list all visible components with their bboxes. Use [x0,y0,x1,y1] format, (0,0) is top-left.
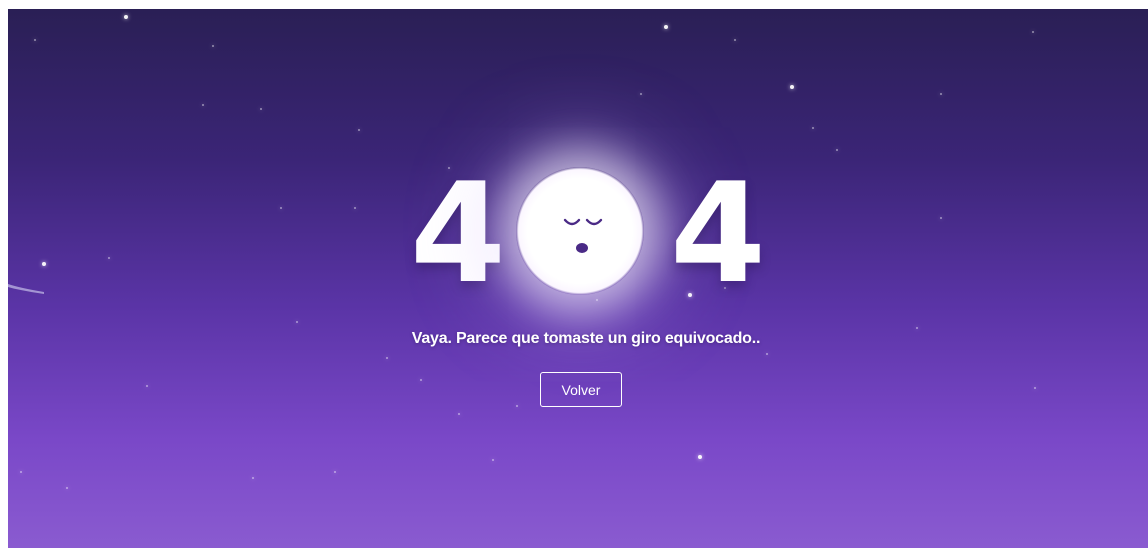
error-code-404: 4 4 [8,159,1148,309]
star [492,459,494,461]
star [766,353,768,355]
star [386,357,388,359]
star [1034,387,1036,389]
star [34,39,36,41]
star [1032,31,1034,33]
star [916,327,918,329]
star [260,108,262,110]
star [790,85,794,89]
star [146,385,148,387]
error-digit-left: 4 [410,153,507,314]
star [734,39,736,41]
star [212,45,214,47]
star [420,379,422,381]
star [124,15,128,19]
star [20,471,22,473]
star [836,149,838,151]
star [334,471,336,473]
sleeping-moon-icon [516,167,644,295]
star [202,104,204,106]
star [358,129,360,131]
error-digit-right: 4 [670,153,767,314]
star [296,321,298,323]
star [698,455,702,459]
star [458,413,460,415]
star [940,93,942,95]
star [66,487,68,489]
error-page: 4 4 Vaya. Parece que tomaste un giro equ… [8,9,1148,548]
star [640,93,642,95]
star [664,25,668,29]
star [812,127,814,129]
star [252,477,254,479]
error-message: Vaya. Parece que tomaste un giro equivoc… [411,330,761,347]
back-button[interactable]: Volver [540,372,622,407]
star [516,405,518,407]
